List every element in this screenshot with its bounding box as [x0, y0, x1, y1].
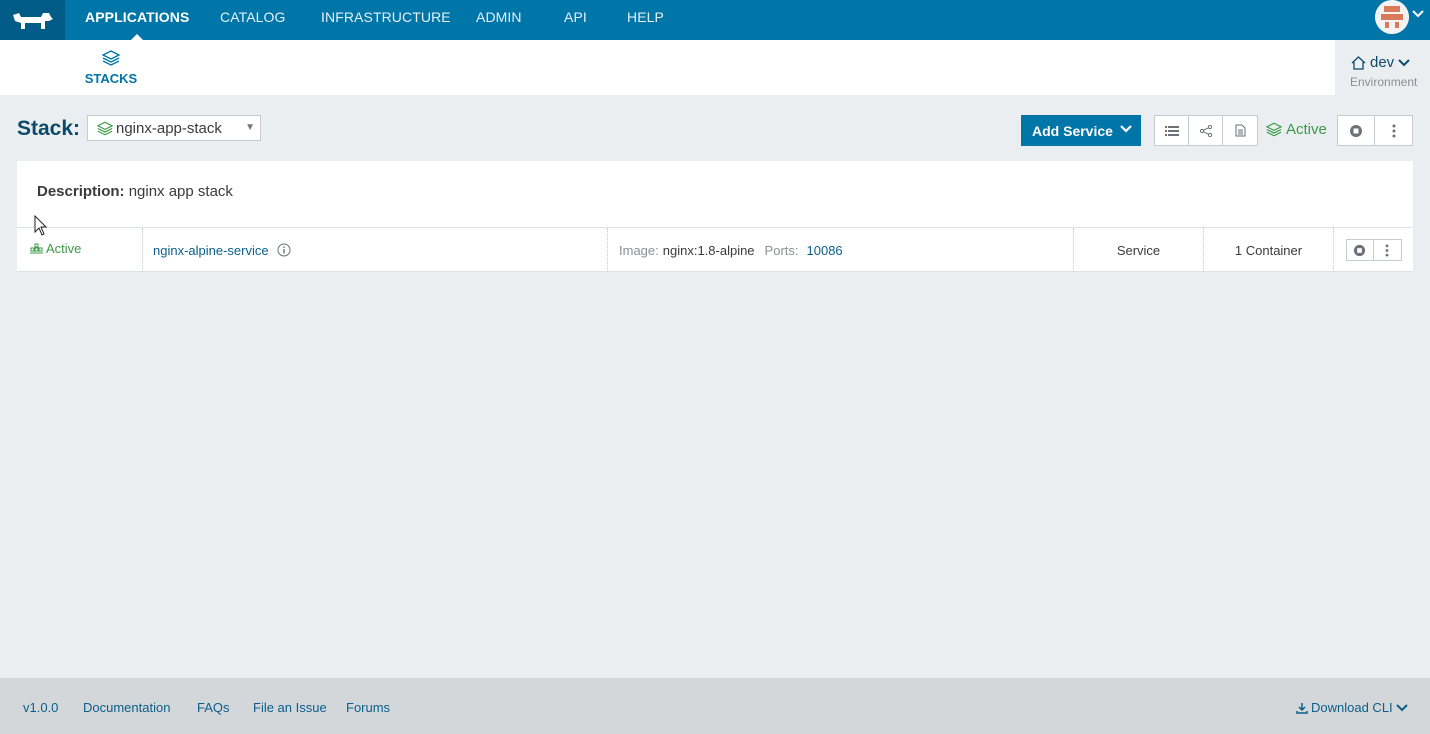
sub-navbar: STACKS dev Environment [0, 40, 1430, 95]
version-link[interactable]: v1.0.0 [23, 700, 58, 715]
description-value: nginx app stack [128, 183, 233, 200]
service-kind: Service [1073, 228, 1203, 272]
home-icon [1351, 55, 1366, 70]
stack-description-card: Description: nginx app stack [17, 161, 1413, 228]
download-cli-link[interactable]: Download CLI [1296, 700, 1408, 715]
environment-switcher[interactable]: dev Environment [1335, 40, 1430, 95]
stop-icon [1353, 244, 1366, 256]
layers-icon [97, 121, 113, 135]
service-image-cell: Image: nginx:1.8-alpine Ports: 10086 [607, 228, 1073, 272]
container-count: 1 Container [1203, 228, 1333, 272]
footer: v1.0.0 Documentation FAQs File an Issue … [0, 678, 1430, 734]
nav-api[interactable]: API [564, 0, 587, 40]
stop-icon [1350, 124, 1362, 137]
description-label: Description: [37, 183, 125, 200]
nav-help[interactable]: HELP [627, 0, 664, 40]
more-vertical-icon [1392, 124, 1395, 137]
footer-link-forums[interactable]: Forums [346, 700, 390, 715]
top-navbar: APPLICATIONS CATALOG INFRASTRUCTURE ADMI… [0, 0, 1430, 40]
stack-status-badge: Active [1266, 121, 1327, 138]
layers-icon [101, 50, 121, 66]
stack-more-button[interactable] [1375, 116, 1412, 145]
service-actions [1333, 228, 1413, 272]
port-link[interactable]: 10086 [807, 243, 843, 258]
layers-icon [1266, 122, 1282, 137]
rancher-logo-icon[interactable] [0, 0, 65, 40]
table-row: Active nginx-alpine-service Image: nginx… [17, 228, 1413, 272]
chevron-down-icon[interactable] [1119, 122, 1133, 139]
stack-select-value: nginx-app-stack [116, 119, 222, 137]
nav-admin[interactable]: ADMIN [476, 0, 522, 40]
tab-stacks[interactable]: STACKS [80, 50, 142, 86]
nav-catalog[interactable]: CATALOG [220, 0, 286, 40]
nav-applications[interactable]: APPLICATIONS [85, 0, 189, 40]
service-more-button[interactable] [1374, 240, 1401, 260]
footer-link-file-issue[interactable]: File an Issue [253, 700, 327, 715]
image-value: nginx:1.8-alpine [662, 242, 755, 258]
tab-stacks-label: STACKS [84, 71, 138, 86]
document-icon [1235, 124, 1245, 137]
caret-down-icon: ▼ [245, 122, 255, 133]
footer-link-documentation[interactable]: Documentation [83, 700, 170, 715]
stack-select[interactable]: nginx-app-stack ▼ [87, 115, 261, 141]
environment-name: dev [1370, 54, 1395, 71]
info-icon[interactable] [277, 243, 291, 257]
image-label: Image: [619, 242, 659, 258]
mouse-cursor-icon [34, 214, 48, 240]
share-icon [1199, 124, 1212, 137]
service-icon [30, 243, 43, 253]
service-name-cell: nginx-alpine-service [142, 228, 607, 272]
service-name-link[interactable]: nginx-alpine-service [153, 243, 269, 258]
nav-infrastructure[interactable]: INFRASTRUCTURE [321, 0, 451, 40]
chevron-down-icon [1398, 58, 1410, 66]
list-icon [1164, 125, 1179, 136]
user-avatar-icon[interactable] [1375, 0, 1409, 34]
ports-label: Ports: [764, 242, 799, 258]
stack-view-buttons [1154, 115, 1258, 146]
page-title: Stack: [17, 117, 81, 140]
chevron-down-icon[interactable] [1412, 8, 1424, 22]
footer-link-faqs[interactable]: FAQs [197, 700, 230, 715]
stack-action-buttons [1337, 115, 1413, 146]
download-icon [1296, 702, 1308, 714]
graph-view-button[interactable] [1189, 116, 1223, 145]
add-service-button[interactable]: Add Service [1021, 115, 1141, 146]
more-vertical-icon [1385, 243, 1389, 257]
environment-label: Environment [1350, 75, 1418, 89]
list-view-button[interactable] [1155, 116, 1189, 145]
stop-service-button[interactable] [1347, 240, 1374, 260]
chevron-down-icon [1395, 703, 1408, 711]
compose-file-button[interactable] [1223, 116, 1257, 145]
stop-stack-button[interactable] [1338, 116, 1375, 145]
